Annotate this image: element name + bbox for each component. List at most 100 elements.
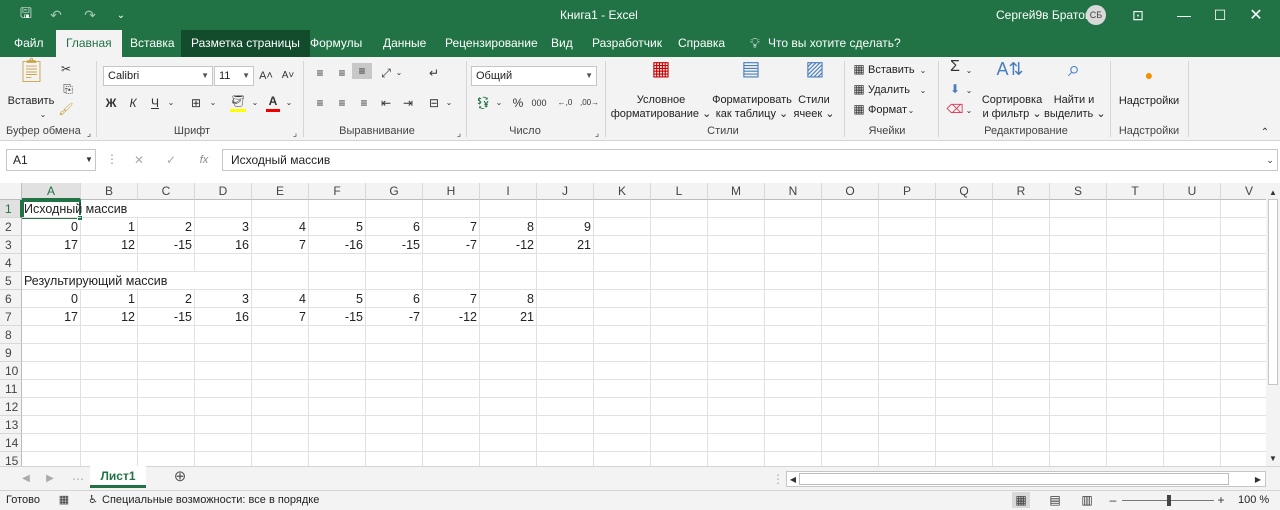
scroll-down-icon[interactable]: ▼ bbox=[1268, 451, 1278, 467]
cell-u14[interactable] bbox=[1164, 434, 1221, 452]
cell-e2[interactable]: 4 bbox=[252, 218, 309, 236]
cell-c10[interactable] bbox=[138, 362, 195, 380]
cell-i8[interactable] bbox=[480, 326, 537, 344]
cell-c15[interactable] bbox=[138, 452, 195, 466]
cell-l4[interactable] bbox=[651, 254, 708, 272]
cell-styles-button[interactable]: Стили ячеек ⌄ bbox=[792, 93, 836, 121]
cell-j2[interactable]: 9 bbox=[537, 218, 594, 236]
paste-icon[interactable]: 📋︎ bbox=[16, 59, 46, 93]
cell-u12[interactable] bbox=[1164, 398, 1221, 416]
cell-t4[interactable] bbox=[1107, 254, 1164, 272]
cell-c12[interactable] bbox=[138, 398, 195, 416]
row-header-9[interactable]: 9 bbox=[0, 344, 22, 362]
autosum-dropdown-icon[interactable]: ⌄ bbox=[964, 63, 974, 79]
font-color-dropdown-icon[interactable]: ⌄ bbox=[284, 95, 294, 111]
merge-center-icon[interactable]: ⊟ bbox=[426, 95, 442, 111]
cell-e11[interactable] bbox=[252, 380, 309, 398]
cell-i2[interactable]: 8 bbox=[480, 218, 537, 236]
percent-icon[interactable]: % bbox=[510, 95, 526, 111]
cell-j8[interactable] bbox=[537, 326, 594, 344]
column-header-k[interactable]: K bbox=[594, 183, 651, 200]
cell-k5[interactable] bbox=[594, 272, 651, 290]
cell-t13[interactable] bbox=[1107, 416, 1164, 434]
add-sheet-icon[interactable]: ⊕ bbox=[172, 469, 188, 485]
worksheet-grid[interactable]: ABCDEFGHIJKLMNOPQRSTUV 1 2 3 4 5 6 7 8 9 10 11 12 13… bbox=[0, 183, 1266, 466]
cell-t2[interactable] bbox=[1107, 218, 1164, 236]
cell-q7[interactable] bbox=[936, 308, 993, 326]
cell-l7[interactable] bbox=[651, 308, 708, 326]
cell-f9[interactable] bbox=[309, 344, 366, 362]
row-header-7[interactable]: 7 bbox=[0, 308, 22, 326]
cell-e14[interactable] bbox=[252, 434, 309, 452]
column-header-j[interactable]: J bbox=[537, 183, 594, 200]
cell-o11[interactable] bbox=[822, 380, 879, 398]
cell-m1[interactable] bbox=[708, 200, 765, 218]
cell-a5[interactable]: Результирующий массив bbox=[22, 272, 167, 290]
cell-g2[interactable]: 6 bbox=[366, 218, 423, 236]
cell-g12[interactable] bbox=[366, 398, 423, 416]
cell-o4[interactable] bbox=[822, 254, 879, 272]
fill-color-icon[interactable]: 🪣︎ bbox=[230, 93, 246, 112]
cell-s7[interactable] bbox=[1050, 308, 1107, 326]
cell-m2[interactable] bbox=[708, 218, 765, 236]
cell-d6[interactable]: 3 bbox=[195, 290, 252, 308]
column-header-t[interactable]: T bbox=[1107, 183, 1164, 200]
cell-c6[interactable]: 2 bbox=[138, 290, 195, 308]
cell-f4[interactable] bbox=[309, 254, 366, 272]
insert-dropdown-icon[interactable]: ⌄ bbox=[918, 63, 928, 79]
cell-s14[interactable] bbox=[1050, 434, 1107, 452]
cell-n12[interactable] bbox=[765, 398, 822, 416]
cell-h13[interactable] bbox=[423, 416, 480, 434]
row-header-13[interactable]: 13 bbox=[0, 416, 22, 434]
cell-d11[interactable] bbox=[195, 380, 252, 398]
cell-u2[interactable] bbox=[1164, 218, 1221, 236]
cell-n11[interactable] bbox=[765, 380, 822, 398]
confirm-entry-icon[interactable]: ✓ bbox=[164, 152, 178, 168]
font-color-icon[interactable]: A bbox=[266, 93, 280, 112]
cell-v10[interactable] bbox=[1221, 362, 1266, 380]
cell-u5[interactable] bbox=[1164, 272, 1221, 290]
accessibility-icon[interactable]: ♿︎ bbox=[86, 492, 100, 508]
zoom-slider-thumb[interactable] bbox=[1167, 495, 1171, 506]
cell-t7[interactable] bbox=[1107, 308, 1164, 326]
cell-i12[interactable] bbox=[480, 398, 537, 416]
cell-f3[interactable]: -16 bbox=[309, 236, 366, 254]
cell-q1[interactable] bbox=[936, 200, 993, 218]
tell-me-search[interactable]: Что вы хотите сделать? bbox=[758, 30, 911, 57]
cell-g4[interactable] bbox=[366, 254, 423, 272]
format-cells-icon[interactable]: ▦ bbox=[852, 101, 866, 117]
cell-j1[interactable] bbox=[537, 200, 594, 218]
cell-e8[interactable] bbox=[252, 326, 309, 344]
underline-button[interactable]: Ч bbox=[148, 95, 162, 111]
column-header-p[interactable]: P bbox=[879, 183, 936, 200]
cell-m9[interactable] bbox=[708, 344, 765, 362]
format-cells-button[interactable]: Формат bbox=[868, 103, 907, 117]
cell-s1[interactable] bbox=[1050, 200, 1107, 218]
cell-k13[interactable] bbox=[594, 416, 651, 434]
column-header-b[interactable]: B bbox=[81, 183, 138, 200]
cell-a11[interactable] bbox=[22, 380, 81, 398]
cell-m14[interactable] bbox=[708, 434, 765, 452]
cell-q3[interactable] bbox=[936, 236, 993, 254]
cell-l8[interactable] bbox=[651, 326, 708, 344]
cell-i6[interactable]: 8 bbox=[480, 290, 537, 308]
cell-r4[interactable] bbox=[993, 254, 1050, 272]
cell-u15[interactable] bbox=[1164, 452, 1221, 466]
cell-n14[interactable] bbox=[765, 434, 822, 452]
cell-f8[interactable] bbox=[309, 326, 366, 344]
column-header-r[interactable]: R bbox=[993, 183, 1050, 200]
cell-v13[interactable] bbox=[1221, 416, 1266, 434]
cell-p2[interactable] bbox=[879, 218, 936, 236]
row-header-5[interactable]: 5 bbox=[0, 272, 22, 290]
cell-r9[interactable] bbox=[993, 344, 1050, 362]
orientation-icon[interactable]: ⤢ bbox=[378, 65, 394, 81]
cell-b9[interactable] bbox=[81, 344, 138, 362]
cell-a3[interactable]: 17 bbox=[22, 236, 81, 254]
cell-r8[interactable] bbox=[993, 326, 1050, 344]
paste-button[interactable]: Вставить bbox=[6, 94, 56, 108]
cell-o6[interactable] bbox=[822, 290, 879, 308]
cell-p6[interactable] bbox=[879, 290, 936, 308]
number-format-combo[interactable]: Общий ▼ bbox=[471, 66, 597, 86]
cell-c3[interactable]: -15 bbox=[138, 236, 195, 254]
cell-p13[interactable] bbox=[879, 416, 936, 434]
